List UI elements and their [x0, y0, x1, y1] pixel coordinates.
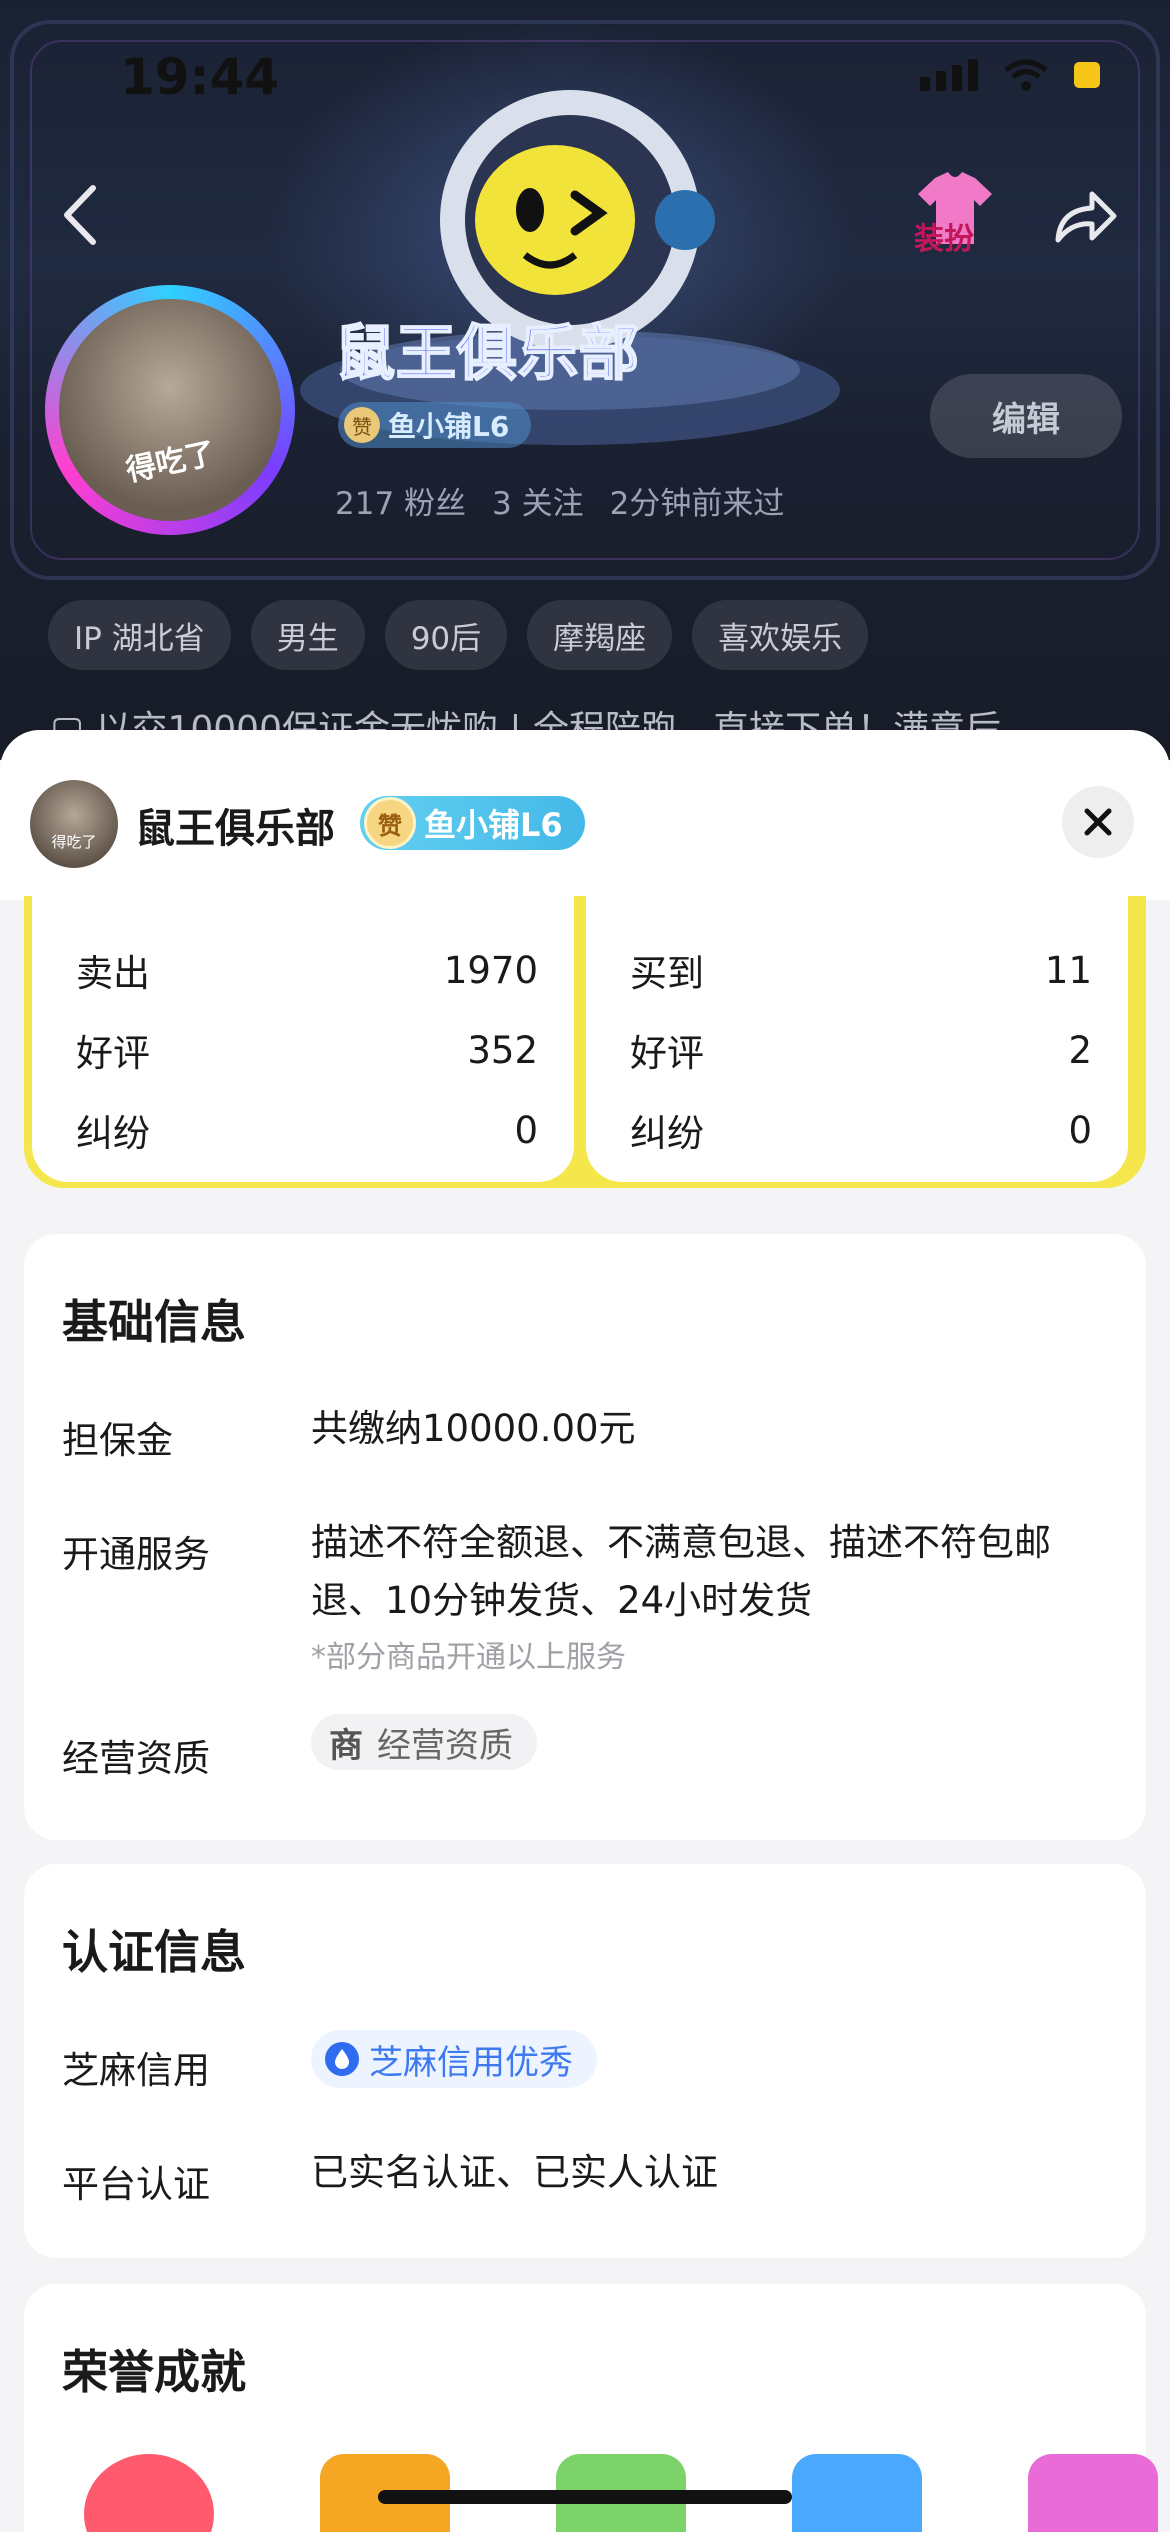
- stat-seller-disputes: 纠纷 0: [76, 1108, 538, 1156]
- tag-gender: 男生: [250, 600, 365, 670]
- back-arrow-icon[interactable]: [55, 180, 105, 250]
- sell-stats-card: 卖出 1970 好评 352 纠纷 0: [32, 896, 574, 1182]
- services-note: *部分商品开通以上服务: [311, 1640, 626, 1675]
- tag-age-group: 90后: [384, 600, 508, 670]
- stat-bought: 买到 11: [630, 948, 1092, 996]
- stat-buyer-disputes: 纠纷 0: [630, 1108, 1092, 1156]
- avatar-caption: 得吃了: [123, 435, 219, 489]
- sheet-shop-name: 鼠王俱乐部: [135, 806, 335, 852]
- qualification-label: 经营资质: [62, 1737, 210, 1780]
- basic-info-card-bg: 基础信息 担保金 共缴纳10000.00元 开通服务 描述不符全额退、不满意包退…: [24, 1234, 1146, 1840]
- share-icon[interactable]: [1050, 180, 1120, 250]
- follow-stats: 217 粉丝 3 关注 2分钟前来过: [335, 478, 784, 523]
- platform-cert-label: 平台认证: [62, 2163, 210, 2206]
- buy-stats-card: 买到 11 好评 2 纠纷 0: [586, 896, 1128, 1182]
- outfit-label: 装扮: [914, 222, 974, 257]
- wifi-icon: [1004, 59, 1048, 91]
- qualification-value: 经营资质: [377, 1725, 513, 1766]
- status-bar-icons: [920, 58, 1100, 92]
- like-badge-icon: 赞: [364, 797, 416, 849]
- business-icon: 商: [329, 1725, 363, 1766]
- services-label: 开通服务: [62, 1533, 210, 1576]
- shop-level-label: 鱼小铺L6: [388, 410, 510, 443]
- sheet-avatar: 得吃了: [30, 780, 118, 868]
- qualification-pill[interactable]: 商 经营资质: [311, 1714, 537, 1770]
- honor-badge-rich-icon[interactable]: [1028, 2454, 1158, 2532]
- home-indicator[interactable]: [378, 2490, 792, 2504]
- tag-zodiac: 摩羯座: [527, 600, 673, 670]
- honor-badge-flower-icon[interactable]: [84, 2454, 214, 2532]
- trade-stats-panel: 卖出 1970 好评 352 纠纷 0 买到 11 好评 2 纠纷 0: [24, 896, 1146, 1188]
- profile-avatar[interactable]: 得吃了: [45, 285, 295, 535]
- following-count[interactable]: 3 关注: [492, 478, 584, 523]
- deposit-value: 共缴纳10000.00元: [311, 1407, 636, 1450]
- certification-info-card-bg: 认证信息 芝麻信用 芝麻信用优秀 平台认证 已实名认证、已实人认证: [24, 1864, 1146, 2258]
- close-icon: [1084, 808, 1112, 836]
- shop-level-badge[interactable]: 赞 鱼小铺L6: [338, 402, 532, 448]
- sesame-credit-label: 芝麻信用: [62, 2049, 210, 2092]
- avatar-photo: 得吃了: [59, 299, 281, 521]
- edit-profile-button[interactable]: 编辑: [930, 374, 1122, 458]
- deposit-label: 担保金: [62, 1419, 173, 1462]
- tag-ip-location: IP 湖北省: [48, 600, 231, 670]
- sesame-credit-pill[interactable]: 芝麻信用优秀: [311, 2030, 597, 2088]
- certification-title: 认证信息: [62, 1925, 246, 1979]
- outfit-button[interactable]: 装扮: [910, 168, 1000, 258]
- stat-sold: 卖出 1970: [76, 948, 538, 996]
- profile-tags: IP 湖北省 男生 90后 摩羯座 喜欢娱乐: [48, 600, 869, 670]
- tag-interest: 喜欢娱乐: [692, 600, 869, 670]
- sheet-level-label: 鱼小铺L6: [424, 806, 563, 844]
- stat-buyer-positive-reviews: 好评 2: [630, 1028, 1092, 1076]
- cellular-signal-icon: [920, 59, 978, 91]
- stat-seller-positive-reviews: 好评 352: [76, 1028, 538, 1076]
- sesame-credit-value: 芝麻信用优秀: [369, 2042, 573, 2083]
- sheet-header: 得吃了 鼠王俱乐部 赞 鱼小铺L6: [0, 730, 1170, 900]
- basic-info-title: 基础信息: [62, 1295, 246, 1349]
- status-bar-time: 19:44: [120, 48, 280, 106]
- close-button[interactable]: [1062, 786, 1134, 858]
- sheet-avatar-caption: 得吃了: [51, 833, 97, 851]
- sesame-credit-icon: [325, 2042, 359, 2076]
- battery-icon: [1074, 62, 1100, 88]
- like-badge-icon: 赞: [344, 407, 380, 443]
- services-value: 描述不符全额退、不满意包退、描述不符包邮退、10分钟发货、24小时发货: [311, 1521, 1051, 1622]
- honors-title: 荣誉成就: [62, 2345, 246, 2399]
- fans-count[interactable]: 217 粉丝: [335, 478, 466, 523]
- last-seen: 2分钟前来过: [609, 486, 785, 522]
- profile-name: 鼠王俱乐部: [334, 318, 640, 390]
- platform-cert-value: 已实名认证、已实人认证: [311, 2151, 718, 2194]
- honor-badge-shield-icon[interactable]: [792, 2454, 922, 2532]
- sheet-level-badge[interactable]: 赞 鱼小铺L6: [360, 796, 585, 850]
- astronaut-mascot-illustration: [300, 90, 840, 445]
